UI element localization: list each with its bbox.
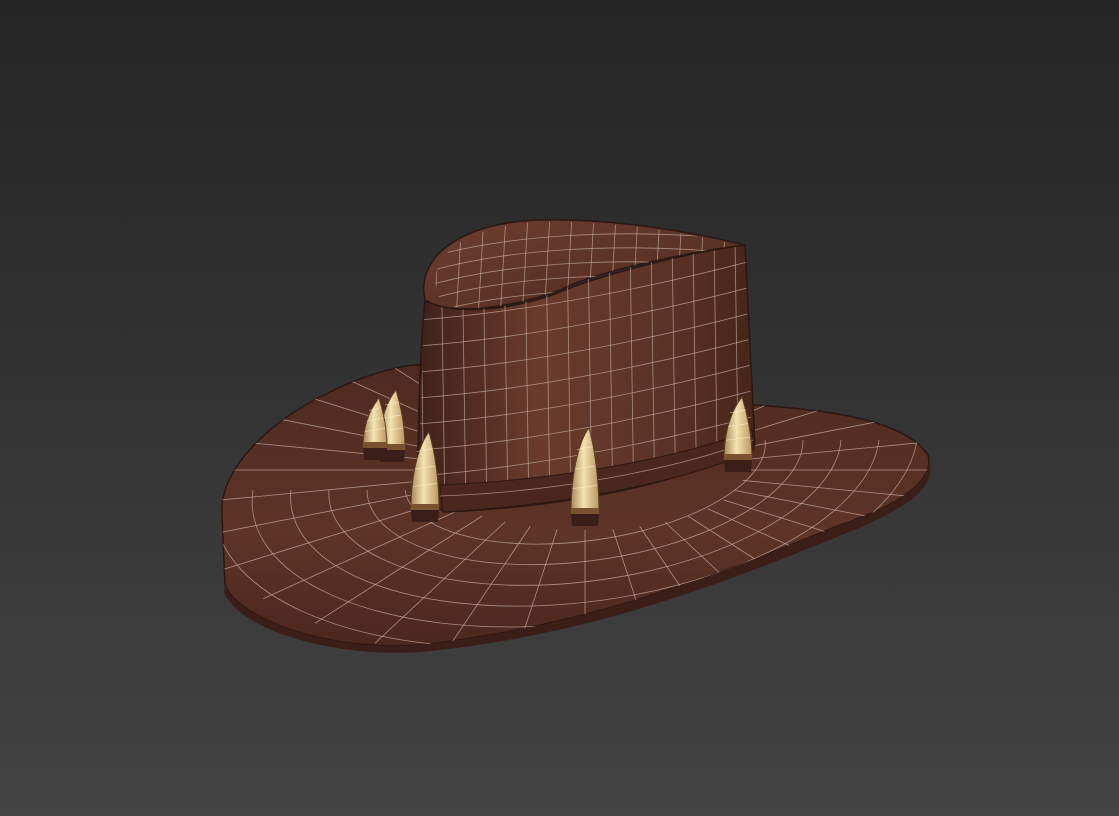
hat-model-render <box>221 219 931 653</box>
3d-viewport[interactable] <box>0 0 1119 816</box>
